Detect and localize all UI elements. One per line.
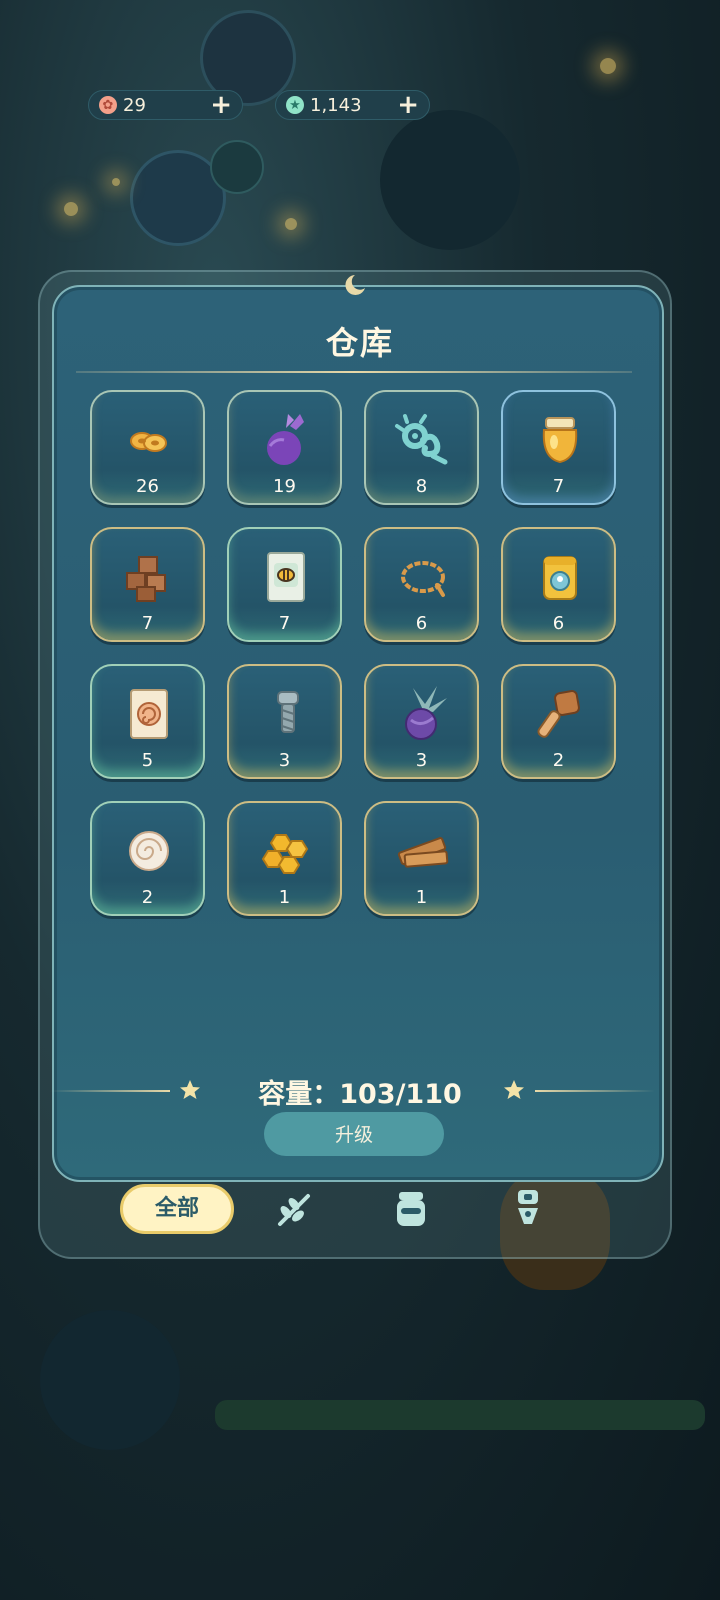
star-gem-icon: ★	[286, 96, 304, 114]
capacity-divider-right	[535, 1090, 655, 1092]
panel-title: 仓库	[325, 324, 394, 362]
item-slot-bee-seed-packet[interactable]: 7	[227, 527, 342, 642]
item-count: 7	[278, 613, 291, 634]
item-count: 7	[552, 476, 565, 497]
item-count: 6	[415, 613, 428, 634]
wooden-mallet-icon	[537, 690, 580, 738]
item-slot-spiral-shell[interactable]: 2	[90, 801, 205, 916]
item-slot-canned-food[interactable]: 6	[501, 527, 616, 642]
item-count: 7	[141, 613, 154, 634]
honeycomb-icon	[261, 834, 309, 874]
item-slot-honey-jar[interactable]: 7	[501, 390, 616, 505]
item-count: 2	[141, 887, 154, 908]
flower-coin-value: 29	[123, 94, 146, 116]
curly-herb-icon	[395, 414, 448, 465]
brown-cubes-icon	[126, 556, 166, 602]
spiral-shell-icon	[129, 831, 169, 871]
item-count: 8	[415, 476, 428, 497]
item-count: 3	[278, 750, 291, 771]
seeds-icon	[130, 432, 167, 452]
item-count: 2	[552, 750, 565, 771]
title-divider	[76, 371, 632, 373]
item-slot-honeycomb[interactable]: 1	[227, 801, 342, 916]
item-slot-wooden-planks[interactable]: 1	[364, 801, 479, 916]
purple-turnip-icon	[267, 414, 304, 465]
moon-ornament-icon	[345, 275, 365, 295]
item-slot-curly-herb[interactable]: 8	[364, 390, 479, 505]
tab-all[interactable]: 全部	[120, 1184, 234, 1234]
rope-coil-icon	[401, 561, 445, 597]
branch-icon[interactable]	[272, 1186, 316, 1230]
wooden-planks-icon	[397, 837, 449, 868]
add-star-gem-button[interactable]: +	[397, 92, 419, 118]
item-count: 6	[552, 613, 565, 634]
item-slot-metal-screw[interactable]: 3	[227, 664, 342, 779]
canned-food-icon	[543, 556, 577, 600]
item-count: 1	[278, 887, 291, 908]
item-count: 26	[136, 476, 159, 497]
honey-jar-icon	[542, 417, 578, 464]
item-slot-seeds[interactable]: 26	[90, 390, 205, 505]
star-gem-value: 1,143	[310, 94, 362, 116]
purple-plant-bulb-icon	[405, 686, 447, 740]
item-count: 5	[141, 750, 154, 771]
tool-icon[interactable]	[506, 1186, 550, 1230]
star-gem-counter: ★ 1,143 +	[275, 90, 430, 120]
item-count: 3	[415, 750, 428, 771]
upgrade-button[interactable]: 升级	[264, 1112, 444, 1156]
item-slot-wooden-mallet[interactable]: 2	[501, 664, 616, 779]
item-count: 1	[415, 887, 428, 908]
item-slot-rope-coil[interactable]: 6	[364, 527, 479, 642]
item-slot-purple-plant-bulb[interactable]: 3	[364, 664, 479, 779]
bee-seed-packet-icon	[267, 552, 305, 602]
item-slot-spiral-seed-packet[interactable]: 5	[90, 664, 205, 779]
jar-icon[interactable]	[389, 1186, 433, 1230]
metal-screw-icon	[277, 691, 299, 733]
flower-coin-icon: ✿	[99, 96, 117, 114]
star-ornament-icon	[504, 1080, 524, 1099]
add-flower-coin-button[interactable]: +	[210, 92, 232, 118]
flower-coin-counter: ✿ 29 +	[88, 90, 243, 120]
spiral-seed-packet-icon	[130, 689, 168, 739]
item-slot-brown-cubes[interactable]: 7	[90, 527, 205, 642]
item-slot-purple-turnip[interactable]: 19	[227, 390, 342, 505]
item-count: 19	[273, 476, 296, 497]
